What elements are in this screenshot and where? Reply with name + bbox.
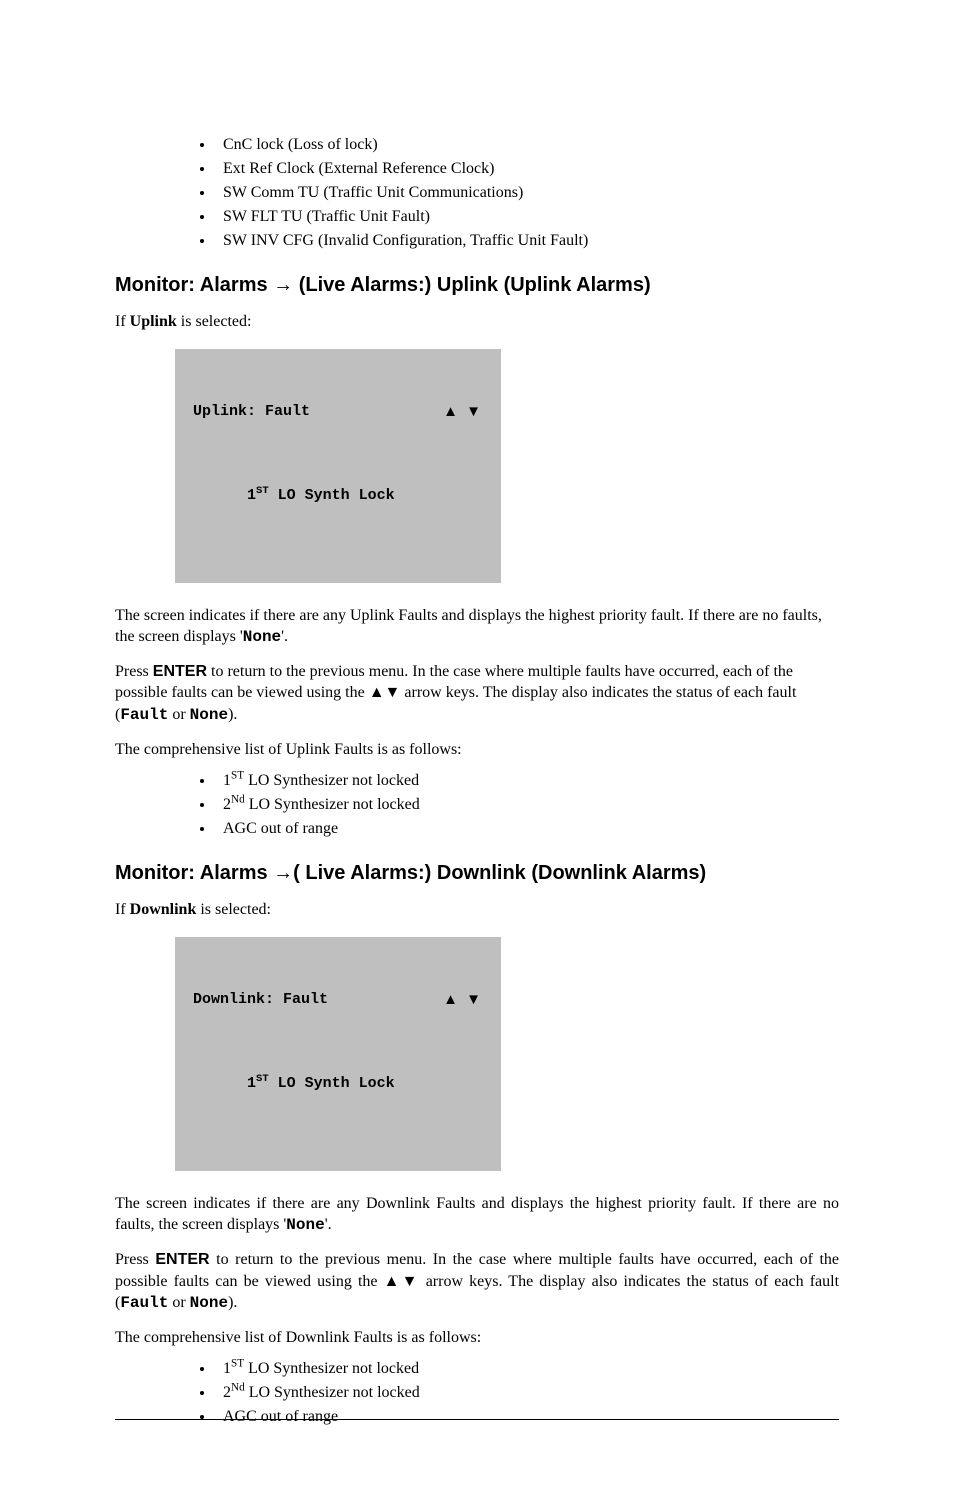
fault-label: Fault [120, 1294, 168, 1312]
list-item: 2Nd LO Synthesizer not locked [215, 796, 839, 814]
downlink-list-intro: The comprehensive list of Downlink Fault… [115, 1327, 839, 1349]
ordinal-superscript: Nd [231, 1382, 245, 1394]
text: LO Synthesizer not locked [244, 772, 419, 789]
text: LO Synthesizer not locked [245, 796, 420, 813]
none-label: None [190, 1294, 228, 1312]
fault-label: Fault [120, 706, 168, 724]
list-item: 1ST LO Synthesizer not locked [215, 1360, 839, 1378]
text: The screen indicates if there are any Up… [115, 607, 822, 646]
text: 1 [223, 1360, 231, 1377]
up-down-arrows-icon: ▲ ▼ [443, 989, 483, 1010]
heading-text: ( Live Alarms:) Downlink (Downlink Alarm… [293, 862, 706, 884]
enter-key-label: ENTER [153, 663, 207, 680]
enter-key-label: ENTER [155, 1251, 209, 1268]
list-item: SW Comm TU (Traffic Unit Communications) [215, 184, 839, 202]
list-item: Ext Ref Clock (External Reference Clock) [215, 160, 839, 178]
lcd-line-1: Downlink: Fault ▲ ▼ [193, 989, 483, 1010]
text: 2 [223, 796, 231, 813]
text: The screen indicates if there are any Do… [115, 1195, 839, 1234]
list-item: SW INV CFG (Invalid Configuration, Traff… [215, 232, 839, 250]
lcd-text: Uplink: Fault [193, 401, 310, 422]
up-down-triangle-icon: ▲▼ [384, 1273, 420, 1290]
list-item: AGC out of range [215, 820, 839, 838]
lcd-text: LO Synth Lock [269, 487, 395, 504]
up-down-triangle-icon: ▲▼ [369, 684, 401, 701]
lcd-line-1: Uplink: Fault ▲ ▼ [193, 401, 483, 422]
top-bullet-list: CnC lock (Loss of lock) Ext Ref Clock (E… [115, 136, 839, 250]
up-down-arrows-icon: ▲ ▼ [443, 401, 483, 422]
uplink-fault-list: 1ST LO Synthesizer not locked 2Nd LO Syn… [115, 772, 839, 838]
ordinal-superscript: ST [256, 1073, 269, 1085]
text: Press [115, 1251, 155, 1268]
uplink-list-intro: The comprehensive list of Uplink Faults … [115, 739, 839, 761]
ordinal-superscript: ST [231, 770, 244, 782]
heading-text: Monitor: Alarms [115, 862, 273, 884]
lcd-text: Downlink: Fault [193, 989, 328, 1010]
text: If [115, 313, 130, 330]
heading-text: (Live Alarms:) Uplink (Uplink Alarms) [293, 274, 650, 296]
lcd-text: 1 [247, 1075, 256, 1092]
text: ). [228, 706, 237, 723]
downlink-para-2: Press ENTER to return to the previous me… [115, 1249, 839, 1315]
uplink-label: Uplink [130, 313, 177, 330]
ordinal-superscript: ST [256, 485, 269, 497]
text: is selected: [177, 313, 252, 330]
text: LO Synthesizer not locked [245, 1384, 420, 1401]
text: or [168, 1294, 189, 1311]
ordinal-superscript: ST [231, 1358, 244, 1370]
text: is selected: [196, 901, 271, 918]
arrow-right-icon: → [273, 862, 293, 884]
text: If [115, 901, 130, 918]
downlink-lcd-display: Downlink: Fault ▲ ▼ 1ST LO Synth Lock [175, 937, 501, 1171]
none-label: None [190, 706, 228, 724]
text: 1 [223, 772, 231, 789]
text: or [168, 706, 189, 723]
text: 2 [223, 1384, 231, 1401]
text: LO Synthesizer not locked [244, 1360, 419, 1377]
lcd-text: 1 [247, 487, 256, 504]
document-page: CnC lock (Loss of lock) Ext Ref Clock (E… [0, 0, 954, 1510]
lcd-line-2: 1ST LO Synth Lock [193, 464, 483, 527]
downlink-heading: Monitor: Alarms →( Live Alarms:) Downlin… [115, 862, 839, 885]
none-label: None [243, 628, 281, 646]
arrow-right-icon: → [273, 274, 293, 296]
text: '. [325, 1216, 332, 1233]
list-item: CnC lock (Loss of lock) [215, 136, 839, 154]
ordinal-superscript: Nd [231, 794, 245, 806]
lcd-text: LO Synth Lock [269, 1075, 395, 1092]
downlink-para-1: The screen indicates if there are any Do… [115, 1193, 839, 1237]
list-item: AGC out of range [215, 1408, 839, 1426]
list-item: 2Nd LO Synthesizer not locked [215, 1384, 839, 1402]
downlink-label: Downlink [130, 901, 197, 918]
footer-rule [115, 1419, 839, 1420]
heading-text: Monitor: Alarms [115, 274, 273, 296]
list-item: 1ST LO Synthesizer not locked [215, 772, 839, 790]
uplink-para-1: The screen indicates if there are any Up… [115, 605, 839, 649]
text: Press [115, 663, 153, 680]
downlink-intro: If Downlink is selected: [115, 899, 839, 921]
list-item: SW FLT TU (Traffic Unit Fault) [215, 208, 839, 226]
text: '. [281, 628, 288, 645]
none-label: None [286, 1216, 324, 1234]
uplink-lcd-display: Uplink: Fault ▲ ▼ 1ST LO Synth Lock [175, 349, 501, 583]
uplink-heading: Monitor: Alarms → (Live Alarms:) Uplink … [115, 274, 839, 297]
text: ). [228, 1294, 237, 1311]
lcd-line-2: 1ST LO Synth Lock [193, 1052, 483, 1115]
uplink-intro: If Uplink is selected: [115, 311, 839, 333]
uplink-para-2: Press ENTER to return to the previous me… [115, 661, 839, 727]
downlink-fault-list: 1ST LO Synthesizer not locked 2Nd LO Syn… [115, 1360, 839, 1426]
